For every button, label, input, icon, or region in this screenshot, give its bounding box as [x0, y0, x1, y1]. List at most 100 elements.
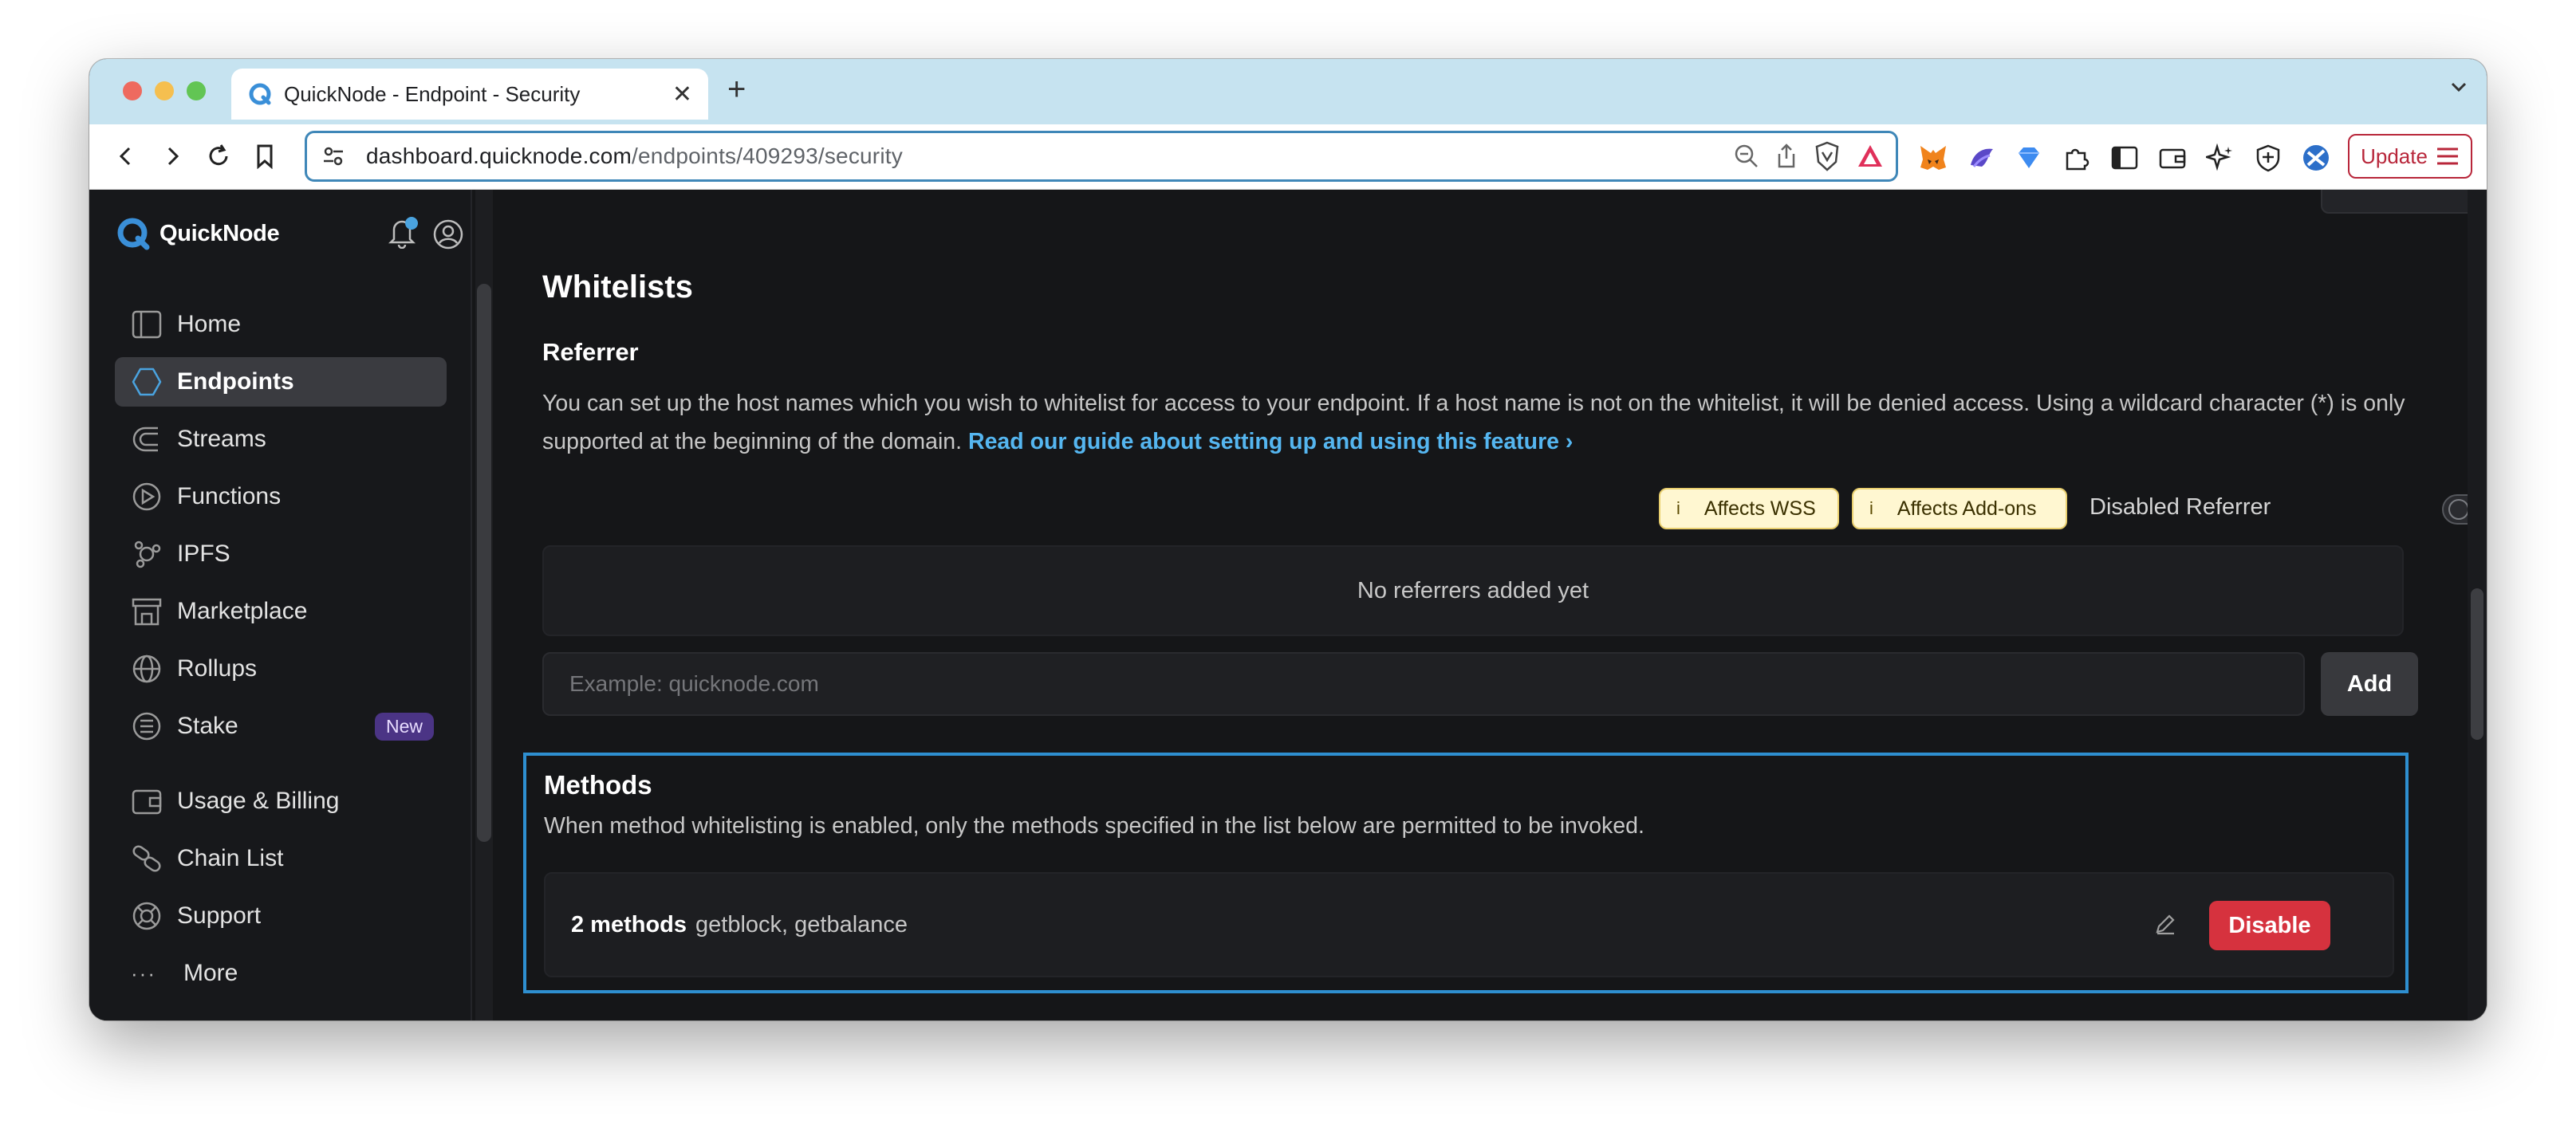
- user-account-icon[interactable]: [432, 218, 464, 254]
- add-referrer-button[interactable]: Add: [2321, 652, 2418, 716]
- minimize-window-button[interactable]: [155, 81, 174, 100]
- sidebar-item-ipfs[interactable]: IPFS: [115, 529, 447, 579]
- methods-heading: Methods: [544, 770, 652, 800]
- app-content: QuickNode Home Endpoints Streams Functio…: [89, 190, 2487, 1020]
- empty-state-text: No referrers added yet: [1357, 577, 1589, 603]
- metamask-icon[interactable]: [1916, 140, 1951, 175]
- address-bar[interactable]: dashboard.quicknode.com/endpoints/409293…: [305, 131, 1898, 182]
- site-settings-icon[interactable]: [321, 144, 345, 168]
- more-dots-icon: ···: [131, 961, 156, 985]
- sidebar-item-label: Marketplace: [177, 598, 308, 624]
- sidebar-item-label: IPFS: [177, 541, 230, 567]
- sidebar-item-label: Endpoints: [177, 368, 294, 395]
- brave-shield-icon[interactable]: [1813, 141, 1841, 171]
- edit-pencil-icon[interactable]: [2153, 912, 2177, 940]
- maximize-window-button[interactable]: [187, 81, 206, 100]
- notification-dot: [405, 217, 418, 230]
- new-badge: New: [374, 712, 434, 741]
- methods-panel: Methods When method whitelisting is enab…: [523, 753, 2409, 993]
- endpoints-icon: [131, 366, 163, 398]
- tab-list-chevron-icon[interactable]: [2447, 75, 2471, 103]
- extensions-puzzle-icon[interactable]: [2059, 140, 2094, 175]
- diamond-extension-icon[interactable]: [2011, 140, 2046, 175]
- top-action-button[interactable]: [2321, 190, 2476, 214]
- bookmark-icon[interactable]: [247, 139, 282, 174]
- tab-title: QuickNode - Endpoint - Security: [284, 81, 581, 106]
- share-icon[interactable]: [1774, 143, 1798, 170]
- zoom-out-icon[interactable]: [1733, 143, 1760, 170]
- sidebar-item-usage-billing[interactable]: Usage & Billing: [115, 776, 447, 826]
- menu-icon: [2436, 147, 2458, 165]
- referrer-description: You can set up the host names which you …: [542, 384, 2456, 461]
- new-tab-icon[interactable]: +: [727, 72, 746, 108]
- referrer-guide-link[interactable]: Read our guide about setting up and usin…: [968, 429, 1573, 454]
- affects-addons-pill: i Affects Add-ons: [1852, 488, 2067, 529]
- billing-icon: [131, 785, 163, 817]
- sidebar-item-label: Rollups: [177, 655, 258, 682]
- sidebar-item-label: Home: [177, 311, 242, 337]
- whitelists-heading: Whitelists: [542, 269, 693, 305]
- functions-icon: [131, 481, 163, 513]
- sidebar-item-chain-list[interactable]: Chain List: [115, 834, 447, 883]
- sidebar-item-streams[interactable]: Streams: [115, 415, 447, 464]
- sidebar-item-functions[interactable]: Functions: [115, 472, 447, 521]
- quicknode-logo-icon: [117, 218, 150, 250]
- back-icon[interactable]: [108, 139, 144, 174]
- sidebar-item-label: More: [183, 960, 238, 986]
- sidebar-nav: Home Endpoints Streams Functions IPFS Ma…: [115, 300, 447, 998]
- stake-icon: [131, 710, 163, 742]
- support-icon: [131, 900, 163, 932]
- wallet-extension-icon[interactable]: [1964, 140, 1999, 175]
- sidebar-item-label: Functions: [177, 483, 282, 509]
- quicknode-logo[interactable]: QuickNode: [115, 215, 280, 252]
- leo-ai-icon[interactable]: [2203, 140, 2238, 175]
- sidebar-item-stake[interactable]: Stake New: [115, 702, 447, 751]
- sidebar-toggle-icon[interactable]: [2107, 140, 2142, 175]
- tab-close-icon[interactable]: ✕: [672, 81, 692, 108]
- methods-description: When method whitelisting is enabled, onl…: [544, 813, 1644, 839]
- forward-icon[interactable]: [155, 139, 190, 174]
- affects-wss-pill: i Affects WSS: [1659, 488, 1839, 529]
- methods-row: 2 methods getblock, getbalance Disable: [544, 872, 2394, 977]
- sidebar-item-label: Usage & Billing: [177, 788, 340, 814]
- update-button[interactable]: Update: [2348, 134, 2472, 179]
- chain-list-icon: [131, 843, 163, 875]
- info-icon: i: [1869, 498, 1873, 518]
- affects-addons-label: Affects Add-ons: [1897, 497, 2037, 520]
- sidebar-item-more[interactable]: ··· More: [115, 949, 447, 998]
- sidebar-scrollbar[interactable]: [477, 284, 491, 842]
- sidebar-item-marketplace[interactable]: Marketplace: [115, 587, 447, 636]
- methods-count: 2 methods: [571, 912, 687, 938]
- close-window-button[interactable]: [123, 81, 142, 100]
- disable-methods-button[interactable]: Disable: [2209, 901, 2330, 950]
- referrer-input[interactable]: [542, 652, 2305, 716]
- sidebar-item-endpoints[interactable]: Endpoints: [115, 357, 447, 407]
- referrer-toggle-label: Disabled Referrer: [2090, 494, 2271, 520]
- main-scrollbar[interactable]: [2471, 588, 2483, 740]
- brave-rewards-icon[interactable]: [1856, 143, 1885, 170]
- sidebar-item-rollups[interactable]: Rollups: [115, 644, 447, 694]
- update-label: Update: [2361, 143, 2428, 168]
- sidebar-item-support[interactable]: Support: [115, 891, 447, 941]
- wallet-icon[interactable]: [2155, 140, 2190, 175]
- browser-window: QuickNode - Endpoint - Security ✕ + dash…: [89, 59, 2487, 1020]
- profile-extension-icon[interactable]: [2298, 140, 2334, 175]
- referrers-empty-state: No referrers added yet: [542, 545, 2404, 636]
- reload-icon[interactable]: [201, 139, 236, 174]
- sidebar-item-label: Stake: [177, 713, 238, 739]
- info-icon: i: [1676, 498, 1680, 518]
- vpn-shield-icon[interactable]: [2251, 140, 2286, 175]
- sidebar-item-label: Support: [177, 902, 262, 929]
- browser-tab[interactable]: QuickNode - Endpoint - Security ✕: [231, 69, 708, 120]
- affects-wss-label: Affects WSS: [1704, 497, 1816, 520]
- home-icon: [131, 309, 163, 340]
- tab-strip: QuickNode - Endpoint - Security ✕ +: [89, 59, 2487, 124]
- rollups-icon: [131, 653, 163, 685]
- logo-text: QuickNode: [160, 220, 280, 246]
- sidebar-item-home[interactable]: Home: [115, 300, 447, 349]
- streams-icon: [131, 423, 163, 455]
- toggle-knob: [2448, 499, 2469, 520]
- quicknode-favicon-icon: [249, 83, 271, 105]
- sidebar-item-label: Chain List: [177, 845, 284, 871]
- browser-toolbar: dashboard.quicknode.com/endpoints/409293…: [89, 124, 2487, 190]
